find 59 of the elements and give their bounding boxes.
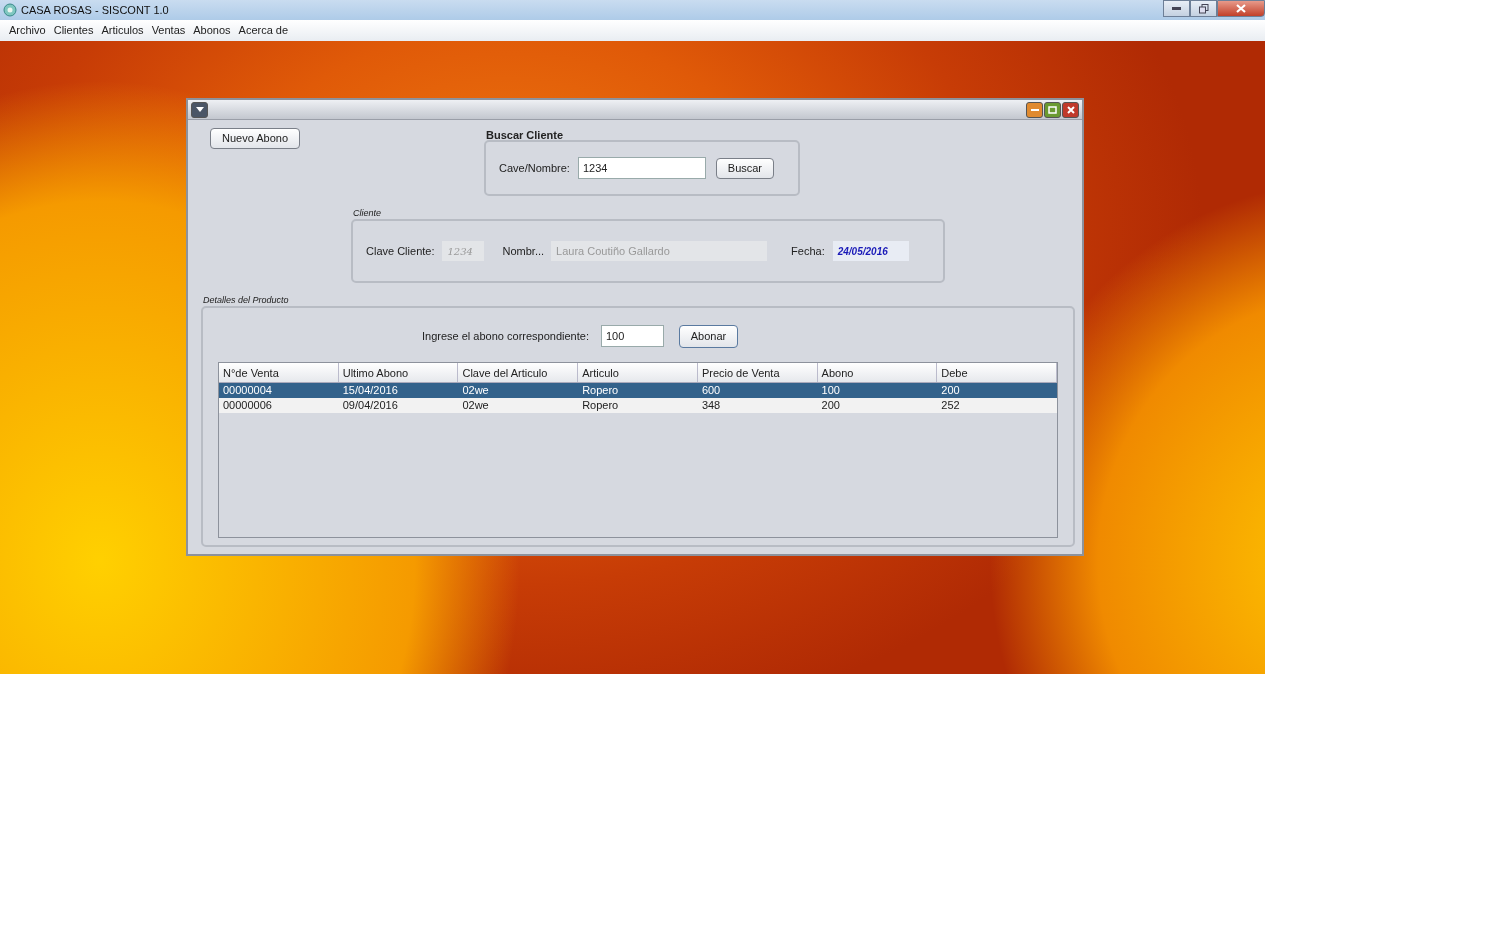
minimize-icon [1030, 108, 1039, 111]
close-icon [1066, 105, 1075, 114]
group-title: Detalles del Producto [203, 294, 290, 306]
caret-icon [195, 107, 204, 112]
system-menu-button[interactable] [191, 101, 208, 118]
table-cell-text: 00000004 [222, 383, 273, 398]
table-cell-text: 100 [820, 383, 841, 398]
table-cell-text: 00000006 [222, 398, 273, 413]
amount-field[interactable]: 100 [600, 325, 664, 347]
table-cell-text: 200 [940, 383, 961, 398]
column-header[interactable]: Precio de Venta [697, 363, 818, 382]
group-title: Cliente [353, 207, 382, 219]
table-cell-text: 02we [461, 398, 490, 413]
column-header[interactable]: Clave del Articulo [458, 363, 579, 382]
table-cell-text: 348 [700, 398, 722, 413]
date-field[interactable]: 24/05/2016 [832, 241, 909, 261]
search-button[interactable]: Buscar [715, 157, 774, 179]
minimize-button[interactable] [1163, 0, 1190, 17]
menu-item[interactable]: Abonos [189, 22, 235, 39]
window-title: CASA ROSAS - SISCONT 1.0 [21, 2, 169, 18]
minimize-icon [1172, 7, 1181, 10]
field-label: Clave Cliente: [366, 243, 435, 259]
pay-button[interactable]: Abonar [678, 324, 738, 348]
menu-item[interactable]: Articulos [97, 22, 148, 39]
close-icon [1236, 4, 1246, 13]
maximize-icon [1048, 105, 1057, 114]
table-cell-text: 09/04/2016 [341, 398, 399, 413]
restore-icon [1198, 3, 1209, 14]
new-payment-button[interactable]: Nuevo Abono [210, 128, 300, 149]
close-button[interactable] [1062, 101, 1079, 118]
table-cell-text: Ropero [581, 383, 620, 398]
group-title: Buscar Cliente [486, 128, 565, 140]
menu-item[interactable]: Ventas [147, 22, 190, 39]
table-cell-text: Ropero [581, 398, 620, 413]
table-row[interactable]: 00000004 15/04/2016 02we Ropero 600 100 200 [219, 383, 1057, 398]
app-icon [3, 3, 17, 17]
table-cell-text: 600 [700, 383, 722, 398]
menu-item[interactable]: Acerca de [234, 22, 293, 39]
table-cell-text: 02we [461, 383, 490, 398]
restore-button[interactable] [1190, 0, 1217, 17]
menu-item[interactable]: Archivo [5, 22, 50, 39]
table-cell-text: 15/04/2016 [341, 383, 399, 398]
menu-item[interactable]: Clientes [49, 22, 98, 39]
minimize-button[interactable] [1026, 101, 1043, 118]
close-button[interactable] [1217, 0, 1265, 17]
table-cell-text: 200 [820, 398, 841, 413]
field-label: Fecha: [791, 243, 825, 259]
column-header[interactable]: N°de Venta [219, 363, 339, 382]
column-header[interactable]: Debe [937, 363, 1058, 382]
column-header[interactable]: Articulo [578, 363, 698, 382]
field-label: Nombr... [502, 243, 545, 259]
field-label: Ingrese el abono correspondiente: [422, 328, 589, 344]
search-field[interactable]: 1234 [577, 157, 706, 179]
field-label: Cave/Nombre: [499, 160, 570, 176]
table-cell-text: 252 [940, 398, 961, 413]
column-header[interactable]: Abono [817, 363, 938, 382]
maximize-button[interactable] [1044, 101, 1061, 118]
table-row[interactable]: 00000006 09/04/2016 02we Ropero 348 200 252 [219, 398, 1057, 413]
column-header[interactable]: Ultimo Abono [338, 363, 459, 382]
